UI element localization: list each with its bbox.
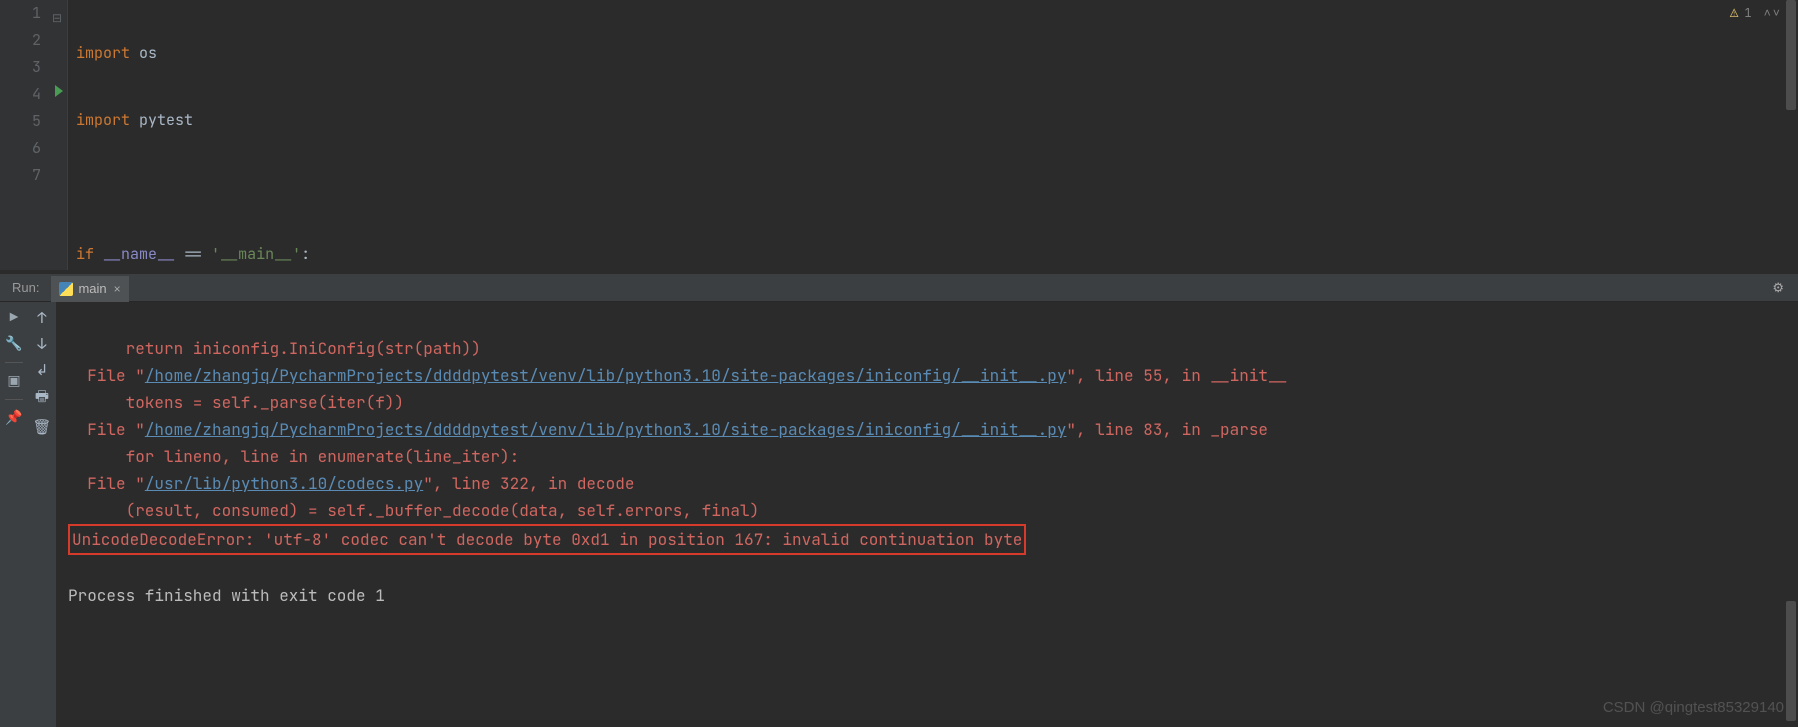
layout-icon[interactable]: ▣ [4,371,24,391]
up-arrow-icon[interactable]: ↑ [37,308,46,328]
watermark-text: CSDN @qingtest85329140 [1603,694,1784,721]
code-editor: 1⊟ 2 3 4 5 6 7 import os import pytest i… [0,0,1798,270]
gutter-line: 2 [0,27,41,54]
run-tool-window: Run: main × ⚙ ▶ 🔧 ▣ 📌 ↑ ↓ ↲ 🖶 🗑 return i… [0,274,1798,688]
traceback-file: File "/home/zhangjq/PycharmProjects/dddd… [68,419,1268,440]
editor-inspections[interactable]: ⚠ 1 ˄ ˅ [1730,4,1780,22]
process-exit-line: Process finished with exit code 1 [68,585,385,606]
gutter-line: 5 [0,108,41,135]
chevron-down-icon[interactable]: ˅ [1773,5,1780,21]
run-body: ▶ 🔧 ▣ 📌 ↑ ↓ ↲ 🖶 🗑 return iniconfig.IniCo… [0,302,1798,727]
error-message: UnicodeDecodeError: 'utf-8' codec can't … [72,529,1022,550]
run-toolbar-left2: ↑ ↓ ↲ 🖶 🗑 [28,302,56,727]
file-link[interactable]: /usr/lib/python3.10/codecs.py [145,473,423,494]
warning-count: 1 [1744,5,1751,21]
editor-gutter: 1⊟ 2 3 4 5 6 7 [0,0,68,270]
pin-icon[interactable]: 📌 [4,408,24,428]
inspection-nav[interactable]: ˄ ˅ [1764,5,1780,21]
editor-scrollbar[interactable] [1786,0,1796,270]
dunder-name: __name__ [103,244,175,264]
operator: == [184,244,202,264]
gutter-line: 1⊟ [0,0,41,27]
warning-icon: ⚠ [1730,4,1738,22]
python-icon [59,282,73,296]
traceback-line: for lineno, line in enumerate(line_iter)… [68,446,519,467]
kw-import: import [76,110,130,130]
module-name: pytest [139,110,193,130]
console-scrollbar[interactable] [1786,302,1796,727]
gutter-line: 3 [0,54,41,81]
traceback-file: File "/usr/lib/python3.10/codecs.py", li… [68,473,634,494]
run-label: Run: [0,280,51,295]
trash-icon[interactable]: 🗑 [32,417,51,437]
down-arrow-icon[interactable]: ↓ [37,334,46,354]
gutter-line: 4 [0,81,41,108]
chevron-up-icon[interactable]: ˄ [1764,5,1771,21]
traceback-line: return iniconfig.IniConfig(str(path)) [68,338,481,359]
traceback-line: tokens = self._parse(iter(f)) [68,392,404,413]
gutter-line: 7 [0,162,41,189]
run-gutter-icon[interactable] [55,85,63,97]
run-toolbar-left1: ▶ 🔧 ▣ 📌 [0,302,28,727]
console-output[interactable]: return iniconfig.IniConfig(str(path)) Fi… [56,302,1798,727]
print-icon[interactable]: 🖶 [35,386,49,411]
module-name: os [139,43,157,63]
rerun-icon[interactable]: ▶ [4,308,24,328]
string-literal: '__main__' [211,244,301,264]
fold-icon[interactable]: ⊟ [52,5,62,32]
wrap-icon[interactable]: ↲ [36,360,49,380]
code-area[interactable]: import os import pytest if __name__ == '… [68,0,1798,270]
file-link[interactable]: /home/zhangjq/PycharmProjects/ddddpytest… [145,419,1067,440]
file-link[interactable]: /home/zhangjq/PycharmProjects/ddddpytest… [145,365,1067,386]
traceback-file: File "/home/zhangjq/PycharmProjects/dddd… [68,365,1287,386]
traceback-line: (result, consumed) = self._buffer_decode… [68,500,759,521]
error-highlight-box: UnicodeDecodeError: 'utf-8' codec can't … [68,524,1026,555]
kw-if: if [76,244,94,264]
wrench-icon[interactable]: 🔧 [4,334,24,354]
gutter-line: 6 [0,135,41,162]
kw-import: import [76,43,130,63]
colon: : [301,244,310,264]
